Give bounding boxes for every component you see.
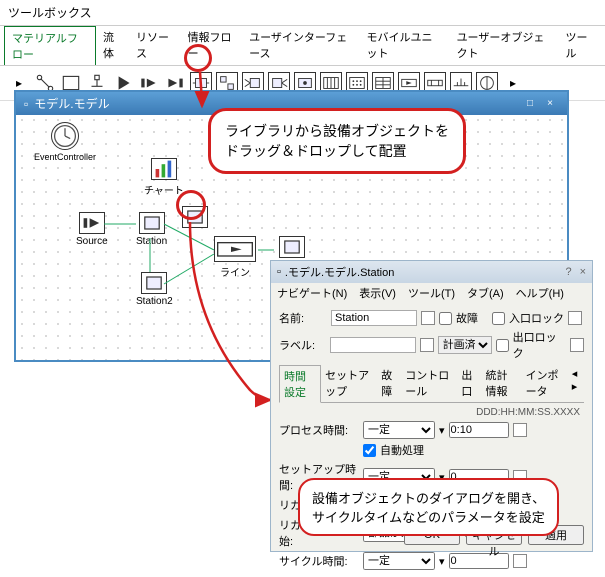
outlock-square[interactable]: [570, 338, 584, 352]
label-square[interactable]: [420, 338, 434, 352]
tab-ui[interactable]: ユーザインターフェース: [242, 26, 359, 65]
fault-check[interactable]: [439, 312, 452, 325]
tab-fluid[interactable]: 流体: [96, 26, 129, 65]
auto-check[interactable]: [363, 444, 376, 457]
dialog-title-text: .モデル.モデル.Station: [285, 264, 394, 280]
name-field[interactable]: [331, 310, 417, 326]
line-node[interactable]: ライン: [214, 236, 256, 279]
menu-tab[interactable]: タブ(A): [467, 285, 504, 301]
planned-select[interactable]: 計画済: [438, 336, 492, 354]
process-square[interactable]: [513, 423, 527, 437]
frame-icon: ▫: [24, 97, 28, 111]
process-label: プロセス時間:: [279, 422, 359, 438]
model-title-text: モデル.モデル: [34, 95, 109, 112]
dialog-menu: ナビゲート(N) 表示(V) ツール(T) タブ(A) ヘルプ(H): [271, 283, 592, 303]
menu-navigate[interactable]: ナビゲート(N): [277, 285, 347, 301]
tab-tools[interactable]: ツール: [558, 26, 601, 65]
tab-user-obj[interactable]: ユーザーオブジェクト: [450, 26, 559, 65]
process-val[interactable]: [449, 422, 509, 438]
help-button[interactable]: ?: [565, 266, 571, 278]
name-label: 名前:: [279, 310, 327, 326]
name-square[interactable]: [421, 311, 435, 325]
menu-view[interactable]: 表示(V): [359, 285, 396, 301]
toolbox-title: ツールボックス: [0, 0, 605, 26]
label-field[interactable]: [330, 337, 416, 353]
cycle-dist[interactable]: 一定: [363, 552, 435, 570]
tab-material-flow[interactable]: マテリアルフロー: [4, 26, 96, 65]
source-node[interactable]: Source: [76, 212, 108, 247]
label-label: ラベル:: [279, 337, 326, 353]
dialog-tabs: 時間設定 セットアップ 故障 コントロール 出口 統計情報 インポータ ◂ ▸: [279, 365, 584, 403]
outlock-check[interactable]: [496, 339, 509, 352]
close-button[interactable]: ×: [580, 266, 586, 278]
close-button[interactable]: ×: [541, 97, 559, 111]
tab-control[interactable]: コントロール: [401, 365, 457, 402]
tab-fault[interactable]: 故障: [377, 365, 401, 402]
dialog-titlebar: ▫ .モデル.モデル.Station ? ×: [271, 261, 592, 283]
event-controller[interactable]: EventController: [34, 122, 96, 162]
tab-mobile-unit[interactable]: モバイルユニット: [359, 26, 449, 65]
menu-tools[interactable]: ツール(T): [408, 285, 455, 301]
toolbox-tabs: マテリアルフロー 流体 リソース 情報フロー ユーザインターフェース モバイルユ…: [0, 26, 605, 66]
cycle-val[interactable]: [449, 553, 509, 569]
inlock-square[interactable]: [568, 311, 582, 325]
tab-resource[interactable]: リソース: [129, 26, 181, 65]
dialog-icon: ▫: [277, 266, 281, 278]
callout-drag-drop: ライブラリから設備オブジェクトを ドラッグ＆ドロップして配置: [208, 108, 466, 174]
inlock-check[interactable]: [492, 312, 505, 325]
format-hint: DDD:HH:MM:SS.XXXX: [279, 407, 584, 418]
highlight-ring-canvas: [176, 190, 206, 220]
process-dist[interactable]: 一定: [363, 421, 435, 439]
callout-set-params: 設備オブジェクトのダイアログを開き、 サイクルタイムなどのパラメータを設定: [298, 478, 559, 536]
station-node[interactable]: Station: [136, 212, 167, 247]
tab-stats[interactable]: 統計情報: [481, 365, 521, 402]
cycle-label: サイクル時間:: [279, 553, 359, 569]
tab-exit[interactable]: 出口: [457, 365, 481, 402]
station2-node[interactable]: Station2: [136, 272, 173, 307]
tab-importer[interactable]: インポータ: [522, 365, 570, 402]
tab-setup[interactable]: セットアップ: [321, 365, 377, 402]
highlight-ring-toolbar: [184, 44, 212, 72]
max-button[interactable]: □: [521, 97, 539, 111]
tab-time[interactable]: 時間設定: [279, 365, 321, 403]
chart-node[interactable]: チャート: [144, 158, 184, 197]
menu-help[interactable]: ヘルプ(H): [516, 285, 564, 301]
